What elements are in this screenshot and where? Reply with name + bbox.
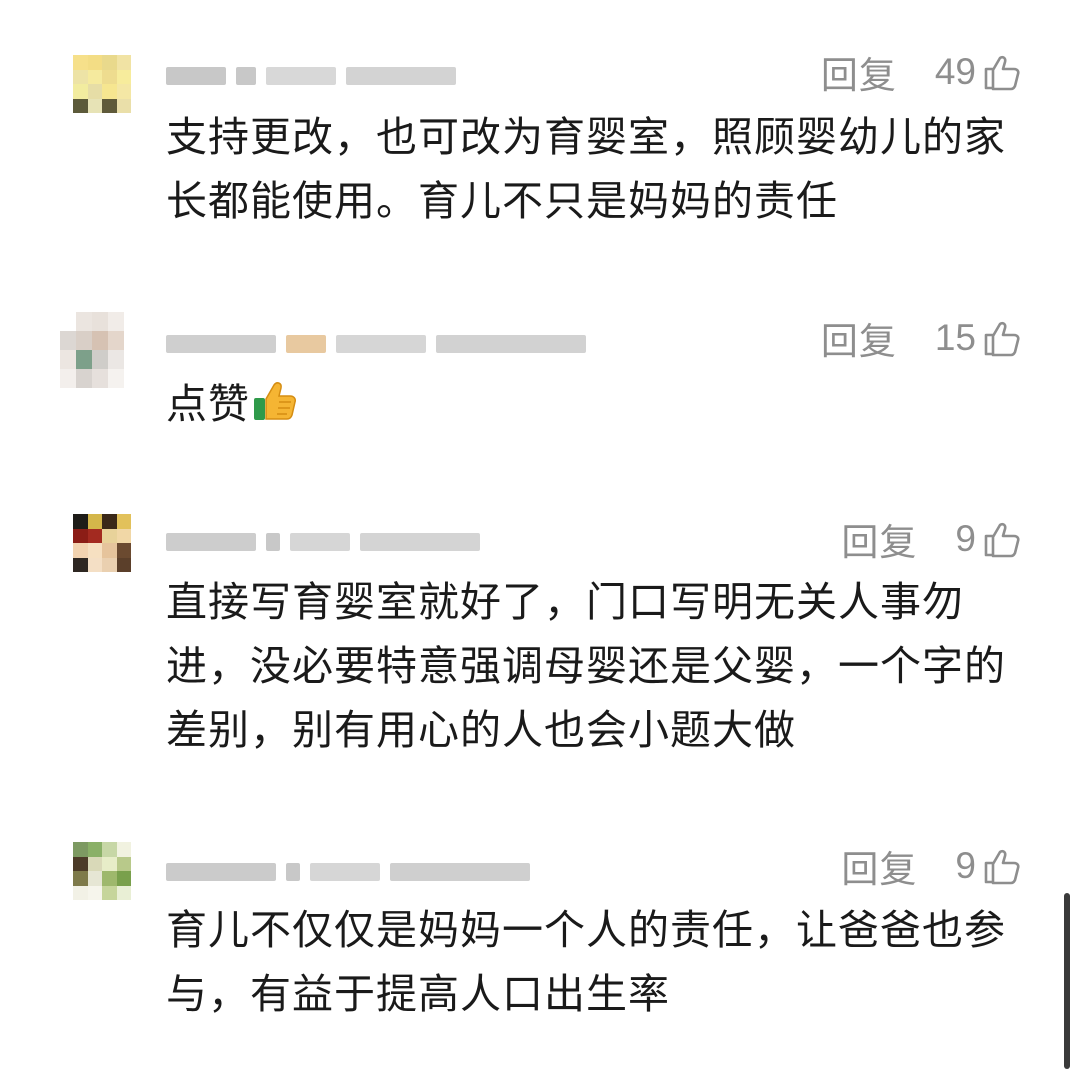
like-count: 9 bbox=[955, 845, 976, 886]
comment-text: 直接写育婴室就好了，门口写明无关人事勿进，没必要特意强调母婴还是父婴，一个字的差… bbox=[166, 578, 1006, 754]
comment-meta: 回复 9 bbox=[841, 512, 1022, 566]
scrollbar[interactable] bbox=[1064, 893, 1070, 1069]
username-redacted[interactable] bbox=[166, 62, 456, 90]
reply-button[interactable]: 回复 bbox=[821, 311, 897, 365]
thumbs-up-icon[interactable] bbox=[982, 52, 1022, 92]
comment-meta: 回复 49 bbox=[821, 45, 1022, 99]
reply-button[interactable]: 回复 bbox=[841, 839, 917, 893]
like-count: 49 bbox=[934, 51, 976, 92]
avatar[interactable] bbox=[73, 842, 146, 915]
thumbs-up-icon[interactable] bbox=[982, 519, 1022, 559]
username-redacted[interactable] bbox=[166, 858, 530, 886]
thumbs-up-emoji-icon bbox=[254, 382, 296, 420]
reply-button[interactable]: 回复 bbox=[821, 45, 897, 99]
comment-text-content: 点赞 bbox=[166, 380, 250, 428]
comment-text: 育儿不仅仅是妈妈一个人的责任，让爸爸也参与，有益于提高人口出生率 bbox=[166, 906, 1006, 1018]
avatar[interactable] bbox=[73, 55, 146, 128]
thumbs-up-icon[interactable] bbox=[982, 318, 1022, 358]
like-count: 15 bbox=[934, 317, 976, 358]
username-redacted[interactable] bbox=[166, 528, 480, 556]
comment-text: 点赞 bbox=[166, 372, 1006, 436]
comment-text: 支持更改，也可改为育婴室，照顾婴幼儿的家长都能使用。育儿不只是妈妈的责任 bbox=[166, 113, 1006, 225]
username-redacted[interactable] bbox=[166, 330, 586, 358]
avatar[interactable] bbox=[60, 312, 140, 407]
thumbs-up-icon[interactable] bbox=[982, 846, 1022, 886]
comment-meta: 回复 15 bbox=[821, 311, 1022, 365]
comment-meta: 回复 9 bbox=[841, 839, 1022, 893]
avatar[interactable] bbox=[73, 514, 146, 587]
reply-button[interactable]: 回复 bbox=[841, 512, 917, 566]
like-count: 9 bbox=[955, 518, 976, 559]
